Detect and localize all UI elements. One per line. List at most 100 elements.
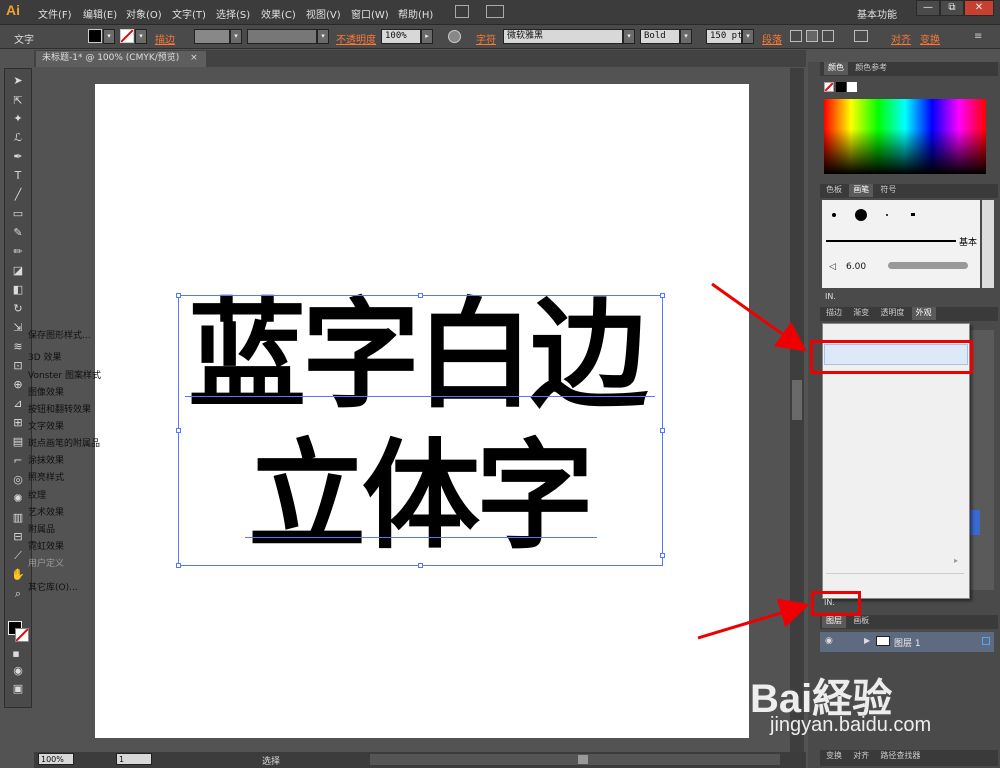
resize-handle[interactable] [418,563,423,568]
gradient-tool-icon[interactable]: ▤ [11,435,25,449]
white-swatch-icon[interactable] [847,82,857,92]
recolor-icon[interactable] [448,30,461,43]
column-graph-tool-icon[interactable]: ▥ [11,511,25,525]
tab-appearance[interactable]: 外观 [911,307,936,320]
tab-symbols[interactable]: 符号 [876,184,900,197]
pen-tool-icon[interactable]: ✒ [11,150,25,164]
menu-object[interactable]: 对象(O) [126,6,162,21]
stroke-swatch[interactable] [120,29,134,43]
chevron-down-icon[interactable]: ▾ [623,29,635,44]
black-swatch-icon[interactable] [836,82,846,92]
tab-align[interactable]: 对齐 [849,750,873,763]
tab-color-guide[interactable]: 颜色参考 [851,62,891,75]
tab-pathfinder[interactable]: 路径查找器 [876,750,924,763]
character-link[interactable]: 字符 [476,31,496,46]
brush-dot-icon[interactable] [855,209,867,221]
chevron-down-icon[interactable]: ▾ [317,29,329,44]
menu-item-neon[interactable]: 霓虹效果 [28,539,64,552]
chevron-down-icon[interactable]: ▾ [103,29,115,44]
menu-item-image-effects[interactable]: 图像效果 [28,385,64,398]
align-right-icon[interactable] [822,30,834,42]
resize-handle[interactable] [660,293,665,298]
magic-wand-tool-icon[interactable]: ✦ [11,112,25,126]
font-style-select[interactable]: Bold [640,29,680,44]
arrange-documents-icon[interactable] [486,5,504,18]
line-tool-icon[interactable]: ╱ [11,188,25,202]
tab-artboards[interactable]: 画板 [849,615,873,628]
zoom-level-field[interactable]: 100% [38,753,74,765]
chevron-down-icon[interactable]: ▸ [421,29,433,44]
layer-name[interactable]: 图层 1 [894,636,921,649]
color-mode-icon[interactable]: ▪ [9,647,23,661]
menu-select[interactable]: 选择(S) [216,6,250,21]
artboard-tool-icon[interactable]: ⊟ [11,530,25,544]
brush-dot-icon[interactable] [886,214,888,216]
bridge-icon[interactable] [455,5,469,18]
menu-item-textures[interactable]: 纹理 [28,488,46,501]
close-icon[interactable]: × [190,53,198,63]
blob-brush-tool-icon[interactable]: ◪ [11,264,25,278]
tab-brushes[interactable]: 画笔 [849,184,874,197]
align-center-icon[interactable] [806,30,818,42]
font-family-select[interactable]: 微软雅黑 [503,29,623,44]
blend-tool-icon[interactable]: ◎ [11,473,25,487]
variable-width-field[interactable] [247,29,317,44]
paragraph-link[interactable]: 段落 [762,31,782,46]
shape-builder-tool-icon[interactable]: ⊕ [11,378,25,392]
basic-brush-stroke[interactable] [826,240,956,242]
opacity-input[interactable]: 100% [381,29,421,44]
chevron-down-icon[interactable]: ▾ [680,29,692,44]
none-swatch-icon[interactable] [824,82,834,92]
perspective-grid-tool-icon[interactable]: ⊿ [11,397,25,411]
brush-stroke-preview[interactable] [888,262,968,269]
font-size-input[interactable]: 150 pt [706,29,742,44]
rotate-tool-icon[interactable]: ↻ [11,302,25,316]
resize-handle[interactable] [418,293,423,298]
menu-item-scribble[interactable]: 涂抹效果 [28,453,64,466]
symbol-sprayer-tool-icon[interactable]: ✺ [11,492,25,506]
tab-transparency[interactable]: 透明度 [876,307,908,320]
chevron-down-icon[interactable]: ▾ [135,29,147,44]
tab-color[interactable]: 颜色 [824,62,848,75]
chevron-down-icon[interactable]: ▾ [742,29,754,44]
menu-item-additive[interactable]: 附属品 [28,522,55,535]
stroke-weight-field[interactable] [194,29,230,44]
menu-edit[interactable]: 编辑(E) [83,6,117,21]
stroke-link[interactable]: 描边 [155,31,175,46]
free-transform-tool-icon[interactable]: ⊡ [11,359,25,373]
menu-item-other-library[interactable]: 其它库(O)... [28,580,78,593]
menu-item-blob-brush[interactable]: 斑点画笔的附属品 [28,436,100,449]
opacity-link[interactable]: 不透明度 [336,31,376,46]
tab-gradient[interactable]: 渐变 [849,307,873,320]
hand-tool-icon[interactable]: ✋ [11,568,25,582]
resize-handle[interactable] [660,553,665,558]
workspace-switcher[interactable]: 基本功能 [857,6,897,21]
graphic-style-icon[interactable] [854,30,868,42]
brush-scrollbar[interactable] [982,200,994,288]
menu-type[interactable]: 文字(T) [172,6,206,21]
warp-tool-icon[interactable]: ≋ [11,340,25,354]
type-tool-icon[interactable]: T [11,169,25,183]
graphic-style-thumb[interactable] [970,510,980,535]
eyedropper-tool-icon[interactable]: ⌐ [11,454,25,468]
horizontal-scrollbar[interactable] [370,754,780,765]
document-tab[interactable]: 未标题-1* @ 100% (CMYK/预览) × [36,51,206,67]
slice-tool-icon[interactable]: ⟋ [11,549,25,563]
page-number-field[interactable]: 1 [116,753,152,765]
eraser-tool-icon[interactable]: ◧ [11,283,25,297]
transform-link[interactable]: 变换 [920,31,940,46]
resize-handle[interactable] [176,293,181,298]
lasso-tool-icon[interactable]: ℒ [11,131,25,145]
selection-tool-icon[interactable]: ➤ [11,74,25,88]
color-spectrum[interactable] [824,99,986,174]
minimize-button[interactable]: — [916,0,940,16]
selection-bounding-box[interactable] [178,295,663,566]
fill-swatch[interactable] [88,29,102,43]
menu-item-artistic[interactable]: 艺术效果 [28,505,64,518]
menu-window[interactable]: 窗口(W) [351,6,389,21]
expand-arrow-icon[interactable]: ▶ [864,636,870,645]
rectangle-tool-icon[interactable]: ▭ [11,207,25,221]
resize-handle[interactable] [660,428,665,433]
menu-effect[interactable]: 效果(C) [261,6,296,21]
menu-item-vonster[interactable]: Vonster 图案样式 [28,368,101,381]
